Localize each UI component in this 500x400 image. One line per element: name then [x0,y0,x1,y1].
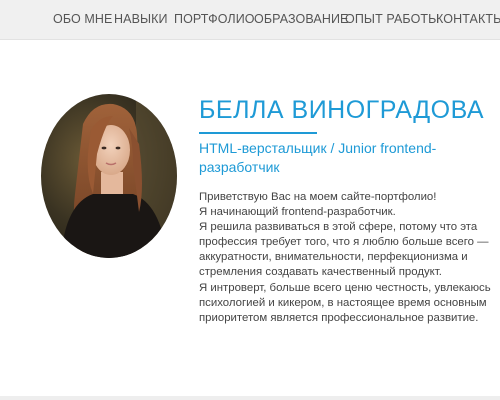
job-title: HTML-верстальщик / Junior frontend-разра… [199,140,437,175]
bio-line: аккуратности, внимательности, перфекцион… [199,251,468,264]
bio-line: Я интроверт, больше всего ценю честность… [199,281,491,294]
bio-line: Я начинающий frontend-разработчик. [199,206,396,219]
section-divider [0,396,500,400]
bio-line: профессия требует того, что я люблю боль… [199,236,489,249]
bio-line: психологией и кикером, в настоящее время… [199,296,487,309]
bio-text: Приветствую Вас на моем сайте-портфолио!… [199,190,499,326]
bio-line: Я решила развиваться в этой сфере, потом… [199,221,478,234]
nav-item-about[interactable]: ОБО МНЕ [53,12,112,26]
avatar [41,94,177,258]
nav-item-skills[interactable]: НАВЫКИ [114,12,168,26]
top-navigation: ОБО МНЕ НАВЫКИ ПОРТФОЛИО ОБРАЗОВАНИЕ ОПЫ… [0,0,500,40]
nav-item-portfolio[interactable]: ПОРТФОЛИО [174,12,255,26]
page-title: БЕЛЛА ВИНОГРАДОВА [199,96,485,124]
bio-line: Приветствую Вас на моем сайте-портфолио! [199,191,437,203]
nav-item-education[interactable]: ОБРАЗОВАНИЕ [254,12,348,26]
bio-line: приоритетом является профессиональное ра… [199,311,479,324]
nav-item-experience[interactable]: ОПЫТ РАБОТЫ [345,12,439,26]
nav-item-contacts[interactable]: КОНТАКТЫ [436,12,500,26]
profile-photo [41,94,177,258]
title-underline [199,132,317,134]
bio-line: стремления создавать качественный продук… [199,266,442,279]
